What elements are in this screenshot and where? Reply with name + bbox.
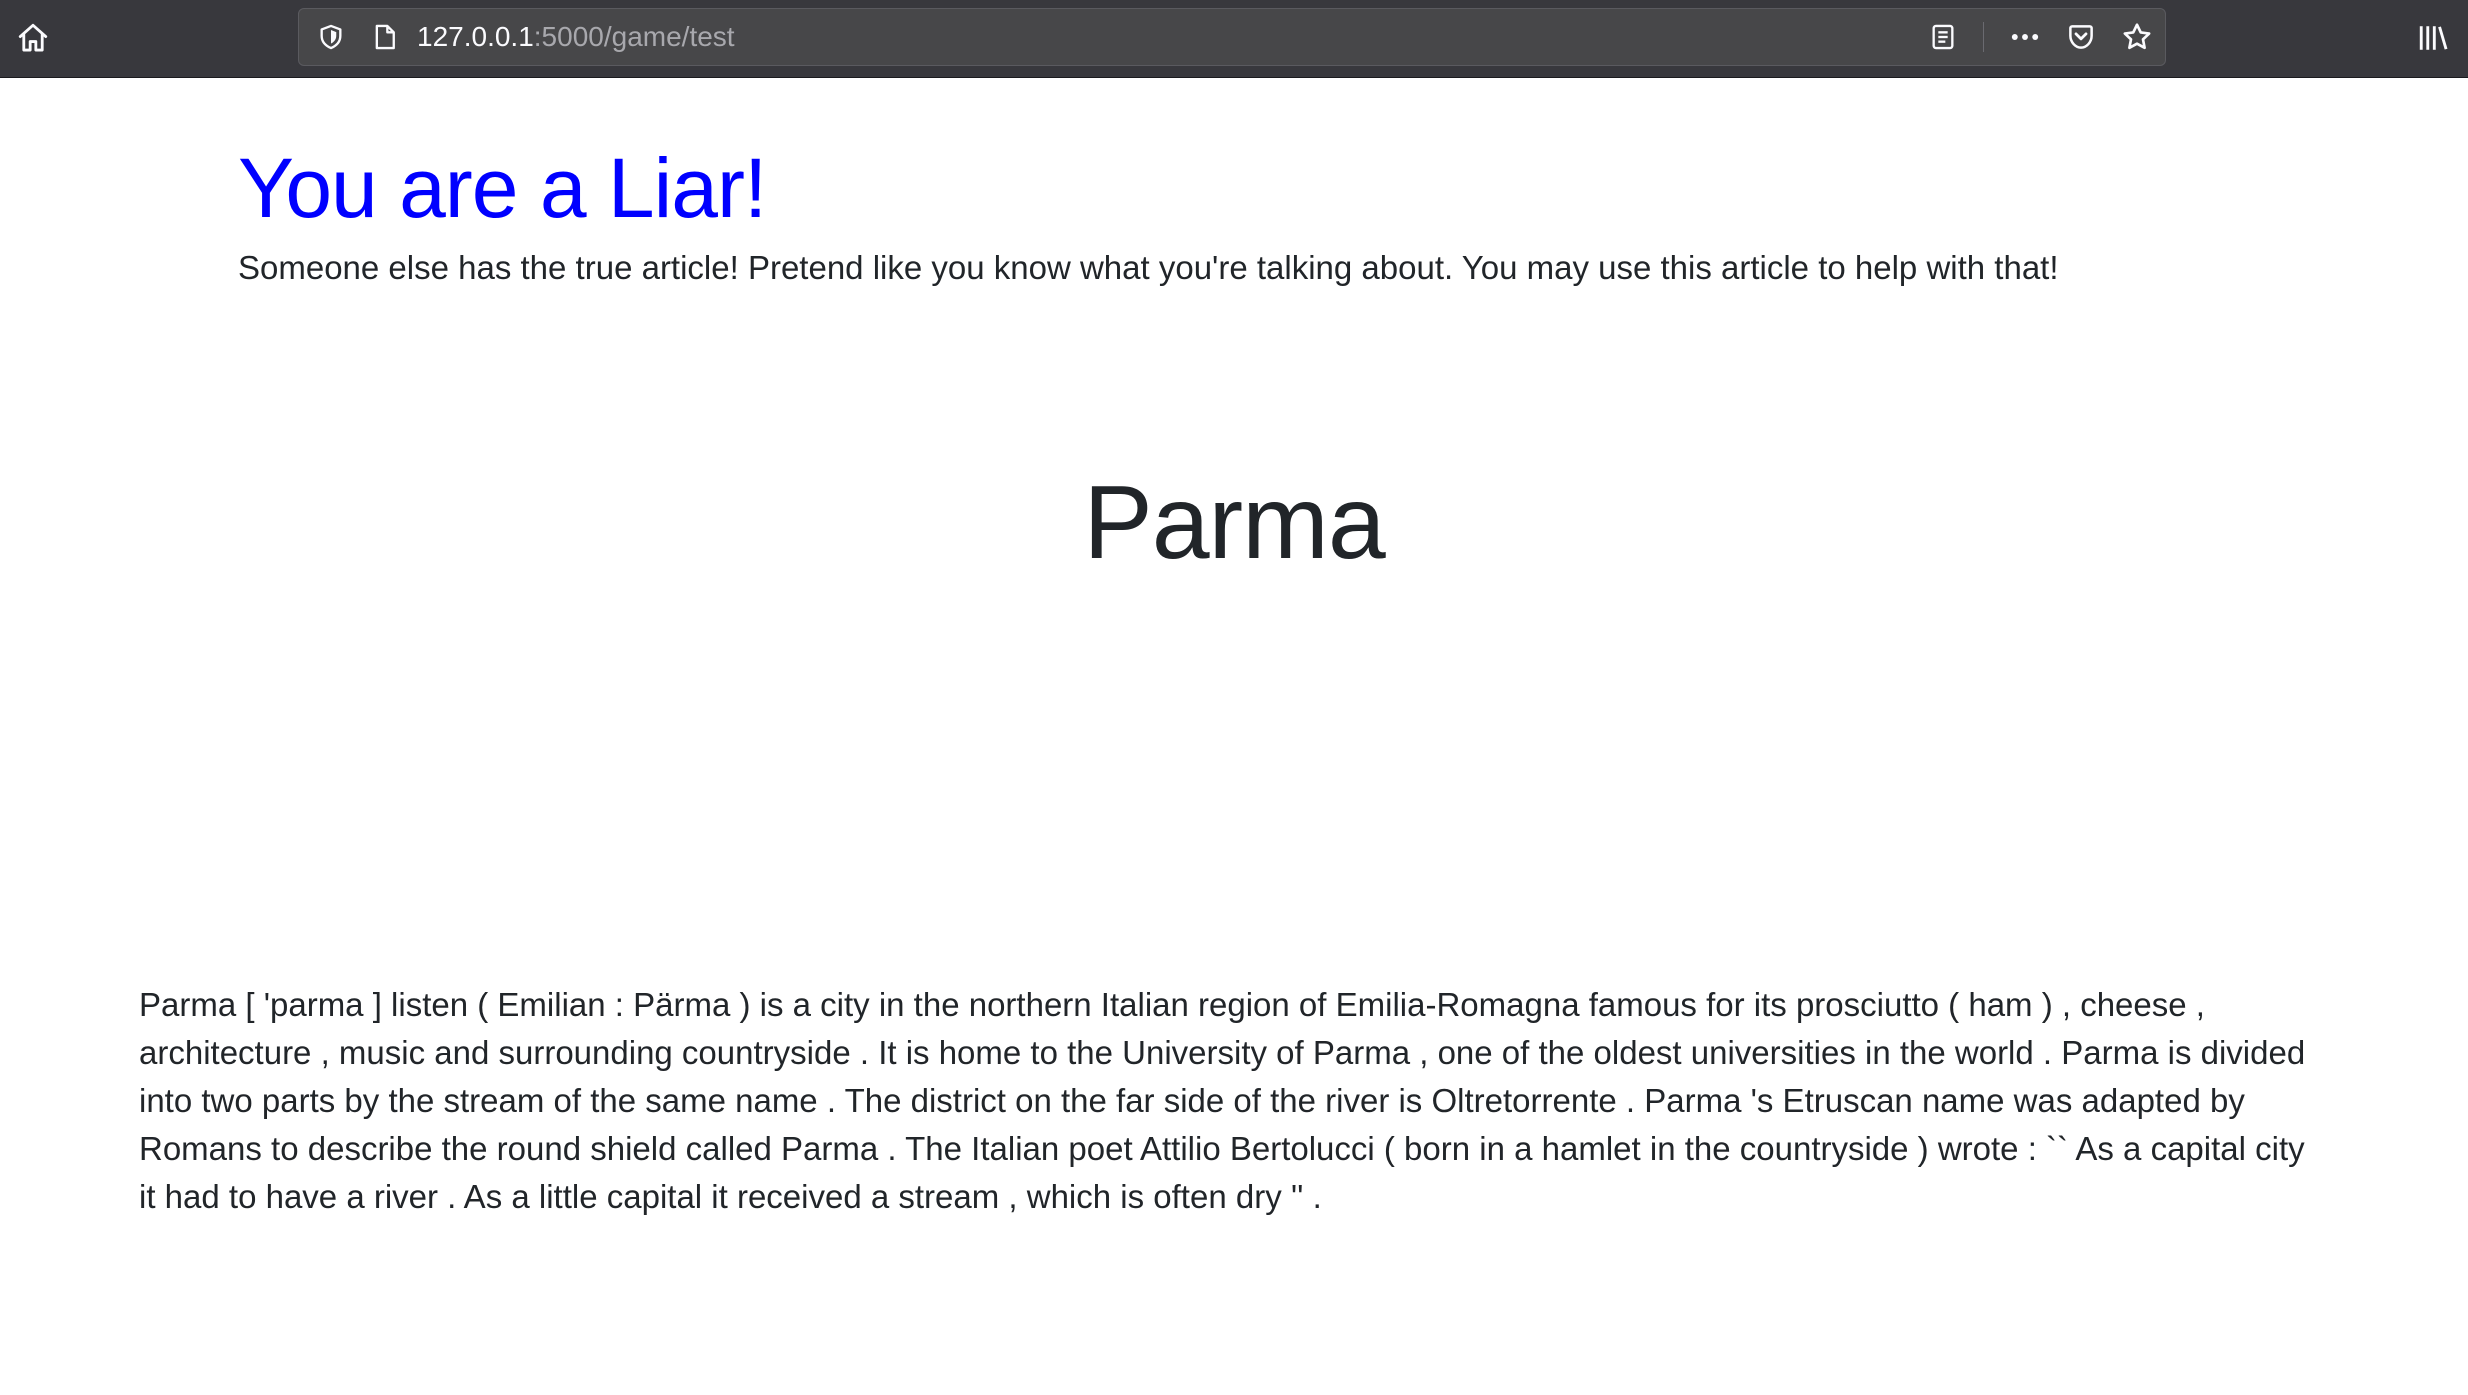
article-title: Parma — [1083, 465, 1385, 581]
library-icon — [2419, 26, 2448, 50]
urlbar-separator — [1983, 22, 1984, 52]
more-icon — [2011, 34, 2039, 40]
site-info-button[interactable] — [365, 17, 405, 57]
url-host: 127.0.0.1 — [417, 21, 534, 52]
home-icon — [18, 23, 48, 52]
url-text[interactable]: 127.0.0.1:5000/game/test — [417, 9, 735, 65]
page-actions-button[interactable] — [2005, 17, 2045, 57]
reader-view-icon — [1932, 24, 1954, 50]
tracking-protection-button[interactable] — [311, 17, 351, 57]
library-button[interactable] — [2410, 17, 2456, 59]
page-content: You are a Liar! Someone else has the tru… — [0, 78, 2468, 1395]
pocket-button[interactable] — [2061, 17, 2101, 57]
liar-instructions: Someone else has the true article! Prete… — [238, 249, 2059, 286]
home-button[interactable] — [12, 17, 54, 59]
bookmark-button[interactable] — [2117, 17, 2157, 57]
bookmark-star-icon — [2123, 23, 2151, 50]
shield-icon — [320, 24, 342, 50]
pocket-icon — [2069, 25, 2093, 49]
page-icon — [375, 24, 395, 50]
url-path: :5000/game/test — [533, 21, 735, 52]
browser-toolbar: 127.0.0.1:5000/game/test — [0, 0, 2468, 78]
reader-view-button[interactable] — [1923, 17, 1963, 57]
url-bar[interactable]: 127.0.0.1:5000/game/test — [298, 8, 2166, 66]
article-body: Parma [ 'parma ] listen ( Emilian : Pärm… — [139, 986, 2306, 1215]
liar-heading: You are a Liar! — [238, 141, 767, 235]
